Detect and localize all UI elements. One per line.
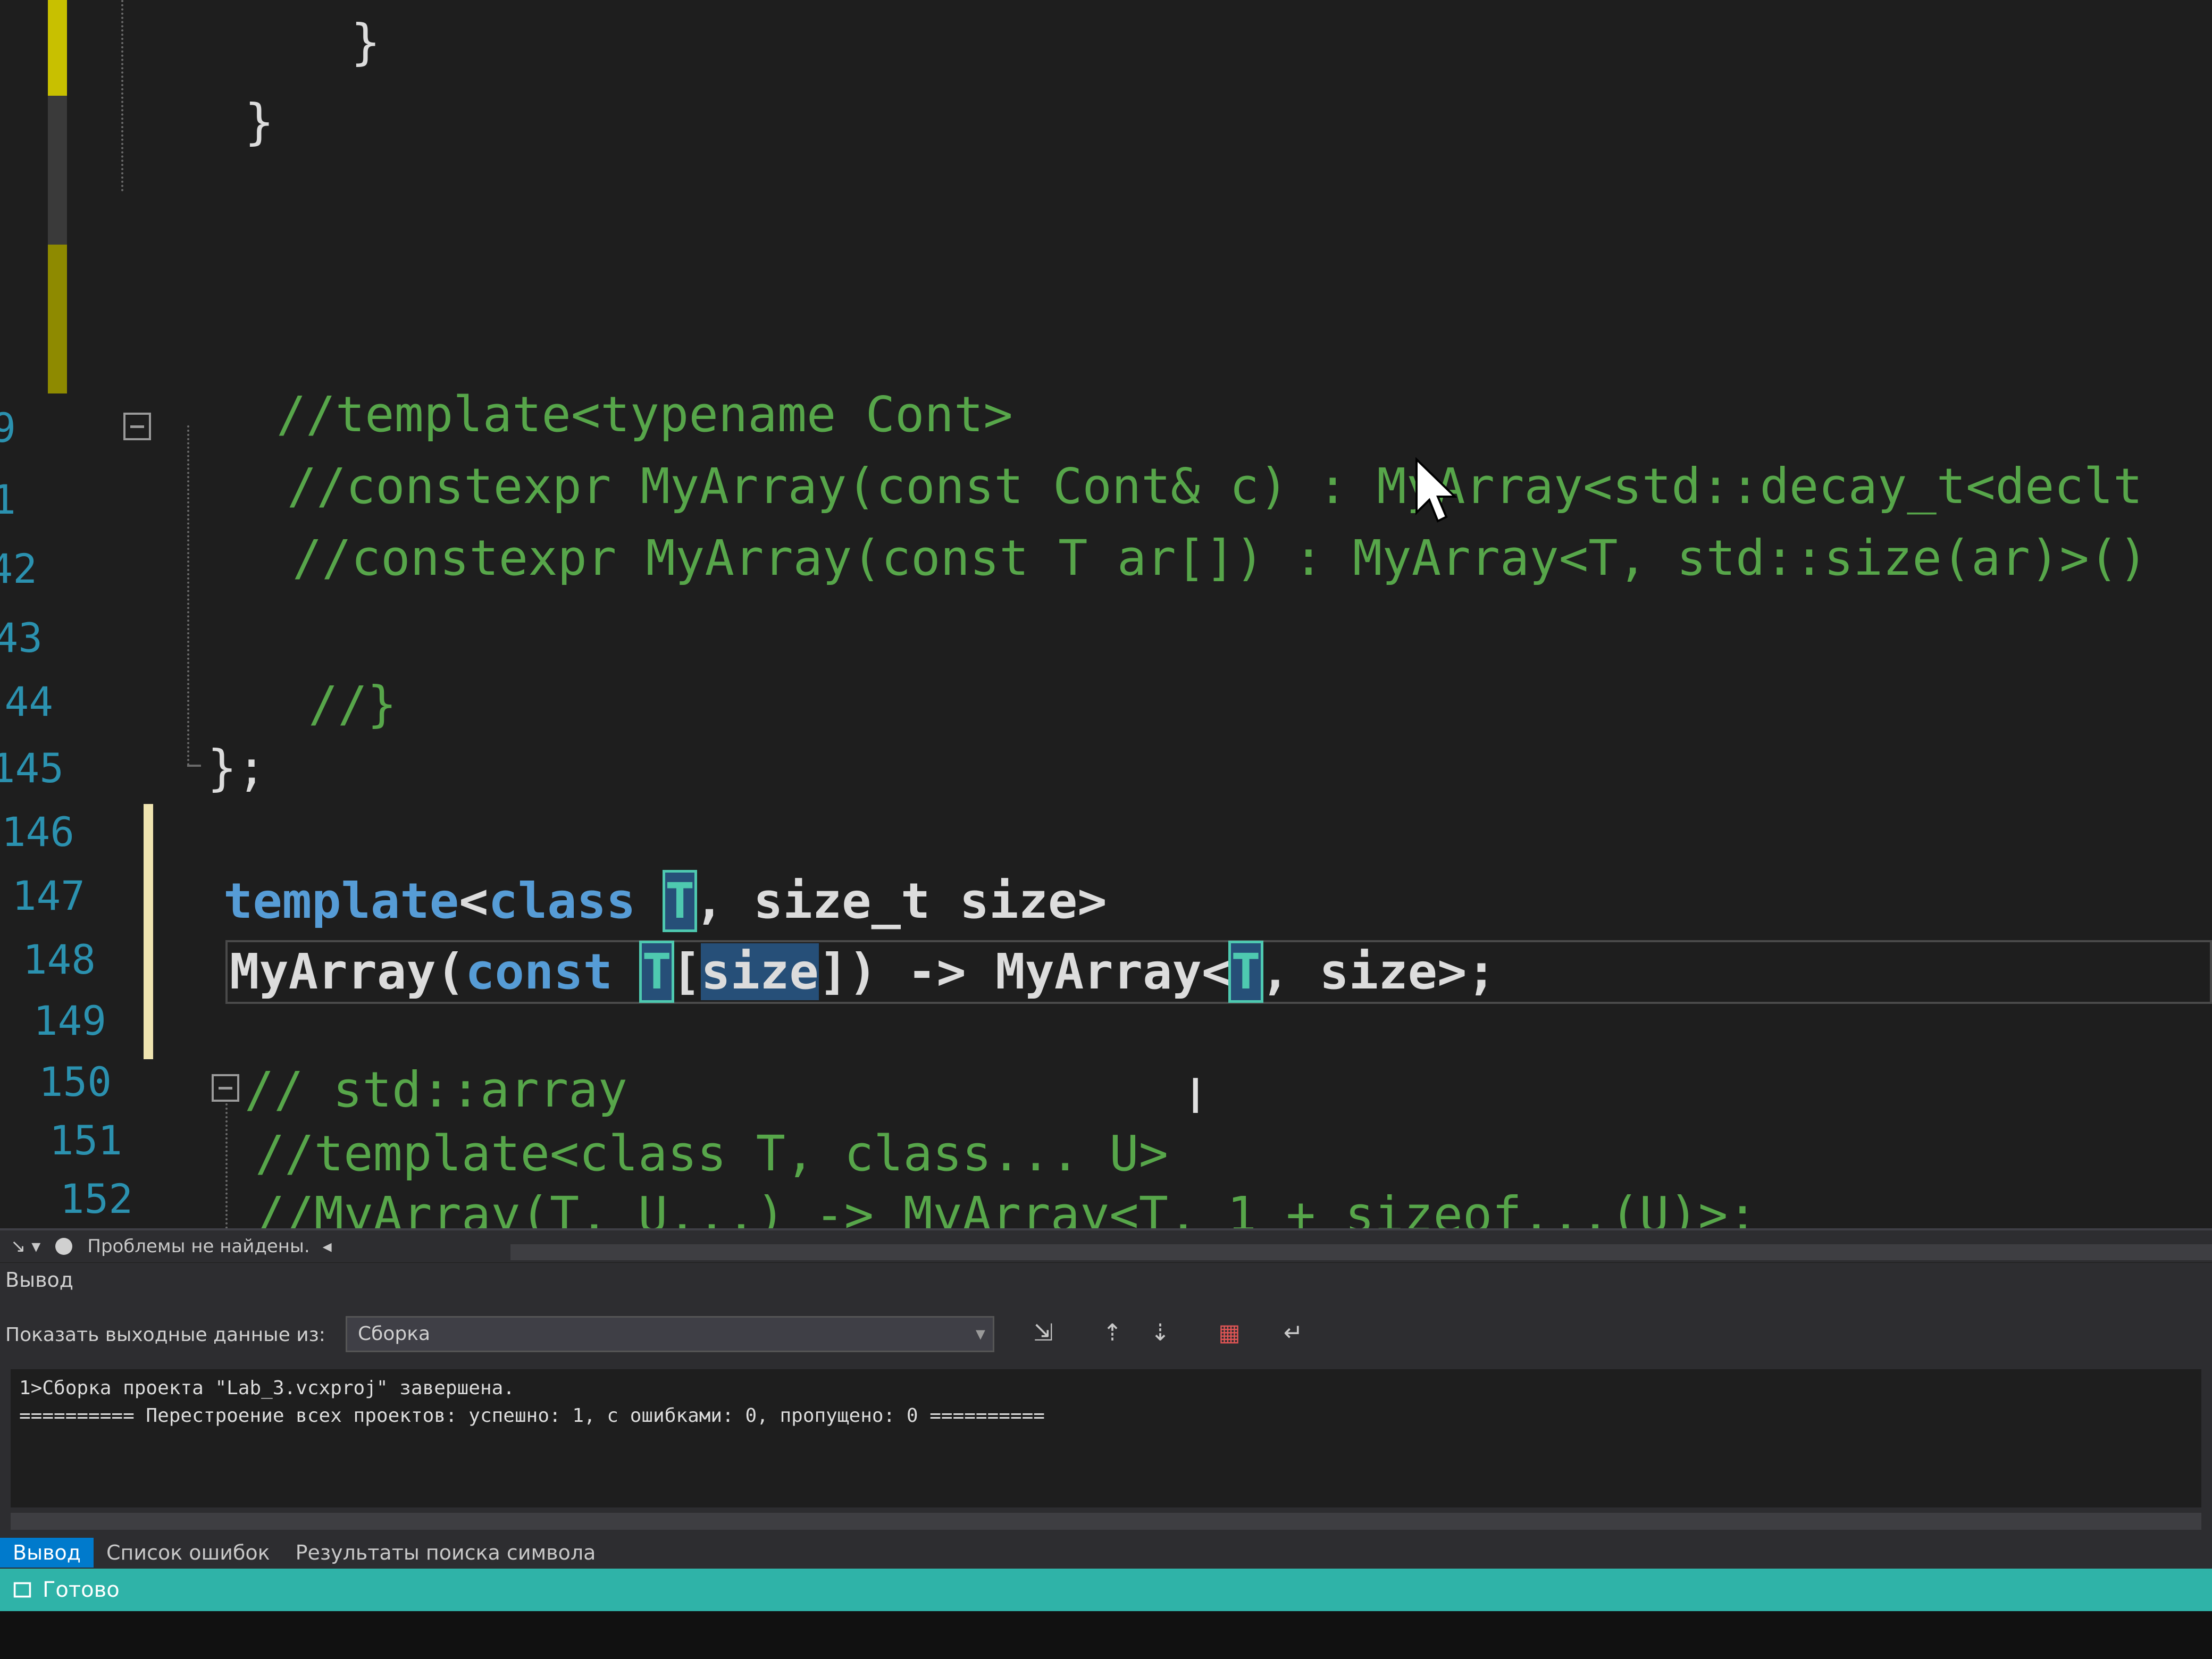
- tab-output[interactable]: Вывод: [0, 1538, 94, 1568]
- status-bar: Готово: [0, 1569, 2212, 1611]
- line-number: 44: [4, 678, 53, 725]
- status-text: Готово: [43, 1578, 120, 1602]
- comment-text: yArray<std::decay_t<declt: [1406, 458, 2143, 515]
- change-mark: [48, 245, 67, 393]
- code-token: MyArray(: [230, 943, 466, 1000]
- issues-status[interactable]: Проблемы не найдены.: [87, 1236, 309, 1257]
- output-line: ========== Перестроение всех проектов: у…: [19, 1405, 1045, 1427]
- mouse-pointer-icon: [1415, 457, 1457, 523]
- panel-title: Вывод: [5, 1268, 73, 1292]
- line-number: 145: [0, 744, 64, 792]
- code-line-brace: }: [245, 94, 274, 150]
- unsaved-change-bar: [144, 804, 153, 1059]
- code-line-brace: }: [351, 14, 381, 71]
- output-source-select[interactable]: Сборка: [346, 1316, 994, 1352]
- scroll-left-icon[interactable]: ◂: [323, 1236, 332, 1257]
- line-number: 1: [0, 476, 16, 523]
- clear-all-icon[interactable]: ▦: [1212, 1316, 1246, 1350]
- ready-icon: [13, 1582, 31, 1598]
- code-line-comment: // std::array: [245, 1061, 628, 1118]
- code-line-comment: //}: [308, 676, 397, 733]
- code-token: ]) -> MyArray<: [818, 943, 1231, 1000]
- no-issues-icon: [55, 1238, 73, 1255]
- bottom-tool-tabs: Вывод Список ошибок Результаты поиска си…: [0, 1537, 2212, 1569]
- line-number: 152: [60, 1175, 133, 1222]
- line-number: 151: [49, 1117, 122, 1164]
- code-line-comment: //constexpr MyArray(const T ar[]) : MyAr…: [292, 530, 2148, 586]
- code-line-deduction-guide[interactable]: MyArray(const T[size]) -> MyArray<T, siz…: [230, 940, 1496, 1004]
- output-panel: Вывод Показать выходные данные из: Сборк…: [0, 1263, 2212, 1563]
- code-line-template: template<class T, size_t size>: [223, 869, 1107, 933]
- fold-guide: [187, 425, 189, 766]
- output-line: 1>Сборка проекта "Lab_3.vcxproj" заверше…: [19, 1377, 515, 1399]
- show-output-from-label: Показать выходные данные из:: [5, 1324, 325, 1346]
- fold-guide: [121, 0, 123, 191]
- line-number: 150: [38, 1058, 112, 1105]
- code-token: , size>;: [1260, 943, 1496, 1000]
- line-number: 42: [0, 545, 37, 592]
- size-param-highlight: size: [701, 943, 819, 1000]
- line-number: 146: [1, 808, 74, 856]
- comment-text: //constexpr MyArray(const Cont& c) : M: [287, 458, 1406, 515]
- text-cursor-icon: I: [1188, 1069, 1203, 1125]
- output-horizontal-scrollbar[interactable]: [11, 1513, 2201, 1530]
- zoom-arrow-icon[interactable]: ↘ ▾: [11, 1236, 40, 1257]
- line-number: 148: [22, 936, 96, 983]
- next-message-icon[interactable]: ⇣: [1143, 1316, 1177, 1350]
- code-token: <: [459, 873, 489, 929]
- line-number: 9: [0, 404, 16, 451]
- code-line-class-end: };: [207, 740, 266, 797]
- keyword-const: const: [465, 943, 613, 1000]
- code-token: [: [671, 943, 701, 1000]
- fold-collapse-button[interactable]: [212, 1074, 239, 1102]
- keyword-template: template: [223, 873, 459, 929]
- type-param-highlight: T: [1228, 941, 1263, 1003]
- tab-error-list[interactable]: Список ошибок: [94, 1538, 283, 1568]
- type-param-highlight: T: [662, 870, 698, 932]
- previous-message-icon[interactable]: ⇡: [1095, 1316, 1129, 1350]
- type-param-highlight: T: [639, 941, 674, 1003]
- fold-guide-end: [187, 765, 201, 767]
- word-wrap-icon[interactable]: ↵: [1276, 1316, 1310, 1350]
- fold-guide: [225, 1103, 228, 1239]
- code-token: , size_t size>: [694, 873, 1107, 929]
- line-number: 149: [33, 997, 106, 1044]
- fold-collapse-button[interactable]: [123, 413, 151, 440]
- gutter-change-marks: [48, 0, 67, 393]
- change-mark: [48, 96, 67, 245]
- line-number: 147: [12, 872, 85, 919]
- change-mark: [48, 0, 67, 96]
- goto-message-icon[interactable]: ⇲: [1026, 1316, 1060, 1350]
- horizontal-scrollbar[interactable]: [510, 1244, 2212, 1260]
- keyword-class: class: [488, 873, 636, 929]
- code-editor[interactable]: } } 9 1 42 43 44 145 146 147 148 149 150…: [0, 0, 2212, 1239]
- output-text[interactable]: 1>Сборка проекта "Lab_3.vcxproj" заверше…: [11, 1369, 2201, 1507]
- monitor-bezel: [0, 1611, 2212, 1659]
- code-line-comment: //template<class T, class... U>: [255, 1125, 1169, 1182]
- code-line-comment: //constexpr MyArray(const Cont& c) : MyA…: [287, 455, 2143, 518]
- tab-symbol-search-results[interactable]: Результаты поиска символа: [283, 1538, 609, 1568]
- line-number: 43: [0, 614, 43, 661]
- code-line-comment: //template<typename Cont>: [276, 386, 1013, 443]
